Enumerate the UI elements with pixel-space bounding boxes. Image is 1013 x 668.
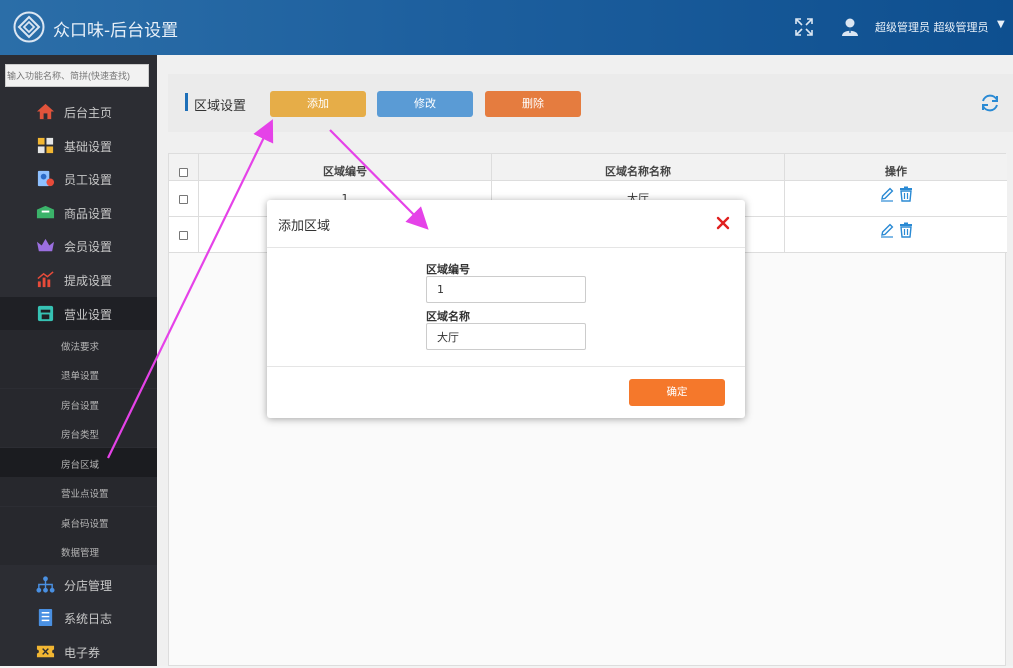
trash-icon[interactable] xyxy=(899,186,913,202)
puzzle-icon xyxy=(37,137,54,154)
delete-button[interactable]: 删除 xyxy=(485,91,581,117)
edit-pencil-icon[interactable] xyxy=(879,186,895,202)
dialog-title: 添加区域 xyxy=(278,219,331,234)
chart-icon xyxy=(37,271,54,288)
actions-cell xyxy=(785,217,1007,252)
column-header[interactable]: 区域名称名称 xyxy=(492,154,785,180)
employee-icon xyxy=(37,170,55,187)
sub-item-business-point[interactable]: 营业点设置 xyxy=(0,477,157,506)
user-avatar-icon[interactable] xyxy=(841,17,859,37)
fullscreen-icon[interactable] xyxy=(795,18,813,36)
branch-icon xyxy=(36,576,55,593)
sidebar-item-member[interactable]: 会员设置 xyxy=(0,229,157,262)
sub-item-label: 房台区域 xyxy=(61,460,100,471)
sidebar-item-commission[interactable]: 提成设置 xyxy=(0,263,157,296)
column-header: 操作 xyxy=(885,165,907,178)
sidebar-item-label: 基础设置 xyxy=(64,140,113,154)
table-header-row: 区域编号 区域名称名称 操作 xyxy=(169,154,1007,181)
home-icon xyxy=(36,103,55,120)
crown-icon xyxy=(36,238,55,252)
sidebar-item-home[interactable]: 后台主页 xyxy=(0,95,157,128)
add-area-dialog: 添加区域 区域编号 区域名称 确定 xyxy=(267,200,745,418)
add-button[interactable]: 添加 xyxy=(270,91,366,117)
sidebar-item-business[interactable]: 营业设置 xyxy=(0,297,157,330)
sidebar-item-coupon[interactable]: 电子券 xyxy=(0,635,157,668)
sub-item-table-area[interactable]: 房台区域 xyxy=(0,448,157,477)
sub-item-label: 桌台码设置 xyxy=(61,519,109,530)
trash-icon[interactable] xyxy=(899,222,913,238)
sidebar: 后台主页 基础设置 员工设置 商品设置 会员设置 提成设置 营业设置 做法要求 … xyxy=(0,55,157,666)
title-accent-bar xyxy=(185,93,188,111)
sub-item-label: 做法要求 xyxy=(61,342,100,353)
top-header: 众口味-后台设置 超级管理员 超级管理员 ▼ xyxy=(0,0,1013,55)
refresh-icon[interactable] xyxy=(979,92,1001,114)
area-name-label: 区域名称 xyxy=(426,310,470,323)
sidebar-item-label: 分店管理 xyxy=(64,579,113,593)
coupon-icon xyxy=(36,645,55,658)
user-menu-caret-icon[interactable]: ▼ xyxy=(997,19,1005,30)
sidebar-item-label: 电子券 xyxy=(64,646,101,660)
sub-item-data-management[interactable]: 数据管理 xyxy=(0,536,157,565)
sub-item-label: 房台设置 xyxy=(61,401,100,412)
sub-item-label: 数据管理 xyxy=(61,548,100,559)
sidebar-item-label: 商品设置 xyxy=(64,207,113,221)
sub-item-practice[interactable]: 做法要求 xyxy=(0,330,157,359)
edit-button[interactable]: 修改 xyxy=(377,91,473,117)
select-all-checkbox[interactable] xyxy=(179,167,188,177)
function-search-input[interactable] xyxy=(5,64,149,87)
area-code-label: 区域编号 xyxy=(426,263,470,276)
select-all-cell xyxy=(169,154,199,180)
sidebar-item-employee[interactable]: 员工设置 xyxy=(0,162,157,195)
sidebar-item-label: 后台主页 xyxy=(64,106,113,120)
sub-item-label: 营业点设置 xyxy=(61,489,109,500)
sidebar-item-label: 营业设置 xyxy=(64,308,113,322)
sub-item-label: 房台类型 xyxy=(61,430,100,441)
close-icon[interactable] xyxy=(716,216,730,230)
sidebar-item-label: 提成设置 xyxy=(64,274,113,288)
sub-item-refund[interactable]: 退单设置 xyxy=(0,359,157,388)
toolbar: 区域设置 添加 修改 删除 xyxy=(168,74,1013,132)
confirm-button[interactable]: 确定 xyxy=(629,379,725,406)
store-icon xyxy=(37,305,54,322)
sidebar-item-label: 会员设置 xyxy=(64,240,113,254)
sub-item-label: 退单设置 xyxy=(61,371,100,382)
sidebar-item-product[interactable]: 商品设置 xyxy=(0,196,157,229)
sidebar-item-branch[interactable]: 分店管理 xyxy=(0,568,157,601)
actions-cell xyxy=(785,181,1007,216)
edit-pencil-icon[interactable] xyxy=(879,222,895,238)
column-header[interactable]: 区域编号 xyxy=(199,154,492,180)
log-icon xyxy=(38,608,53,627)
area-code-input[interactable] xyxy=(426,276,586,303)
row-select-cell xyxy=(169,217,199,252)
sidebar-item-label: 员工设置 xyxy=(64,173,113,187)
sidebar-item-system-log[interactable]: 系统日志 xyxy=(0,601,157,634)
page-title: 区域设置 xyxy=(194,99,247,114)
dialog-divider xyxy=(267,366,745,367)
area-name-input[interactable] xyxy=(426,323,586,350)
sub-item-table-type[interactable]: 房台类型 xyxy=(0,418,157,447)
sub-item-table-settings[interactable]: 房台设置 xyxy=(0,389,157,418)
user-name[interactable]: 超级管理员 超级管理员 xyxy=(875,19,989,35)
dialog-divider xyxy=(267,247,745,248)
app-title: 众口味-后台设置 xyxy=(53,21,179,41)
row-select-cell xyxy=(169,181,199,216)
sidebar-item-basic[interactable]: 基础设置 xyxy=(0,129,157,162)
row-checkbox[interactable] xyxy=(179,230,188,240)
box-icon xyxy=(36,205,55,219)
row-checkbox[interactable] xyxy=(179,194,188,204)
sub-item-table-code[interactable]: 桌台码设置 xyxy=(0,507,157,536)
app-logo-icon xyxy=(13,11,45,43)
sidebar-item-label: 系统日志 xyxy=(64,612,113,626)
